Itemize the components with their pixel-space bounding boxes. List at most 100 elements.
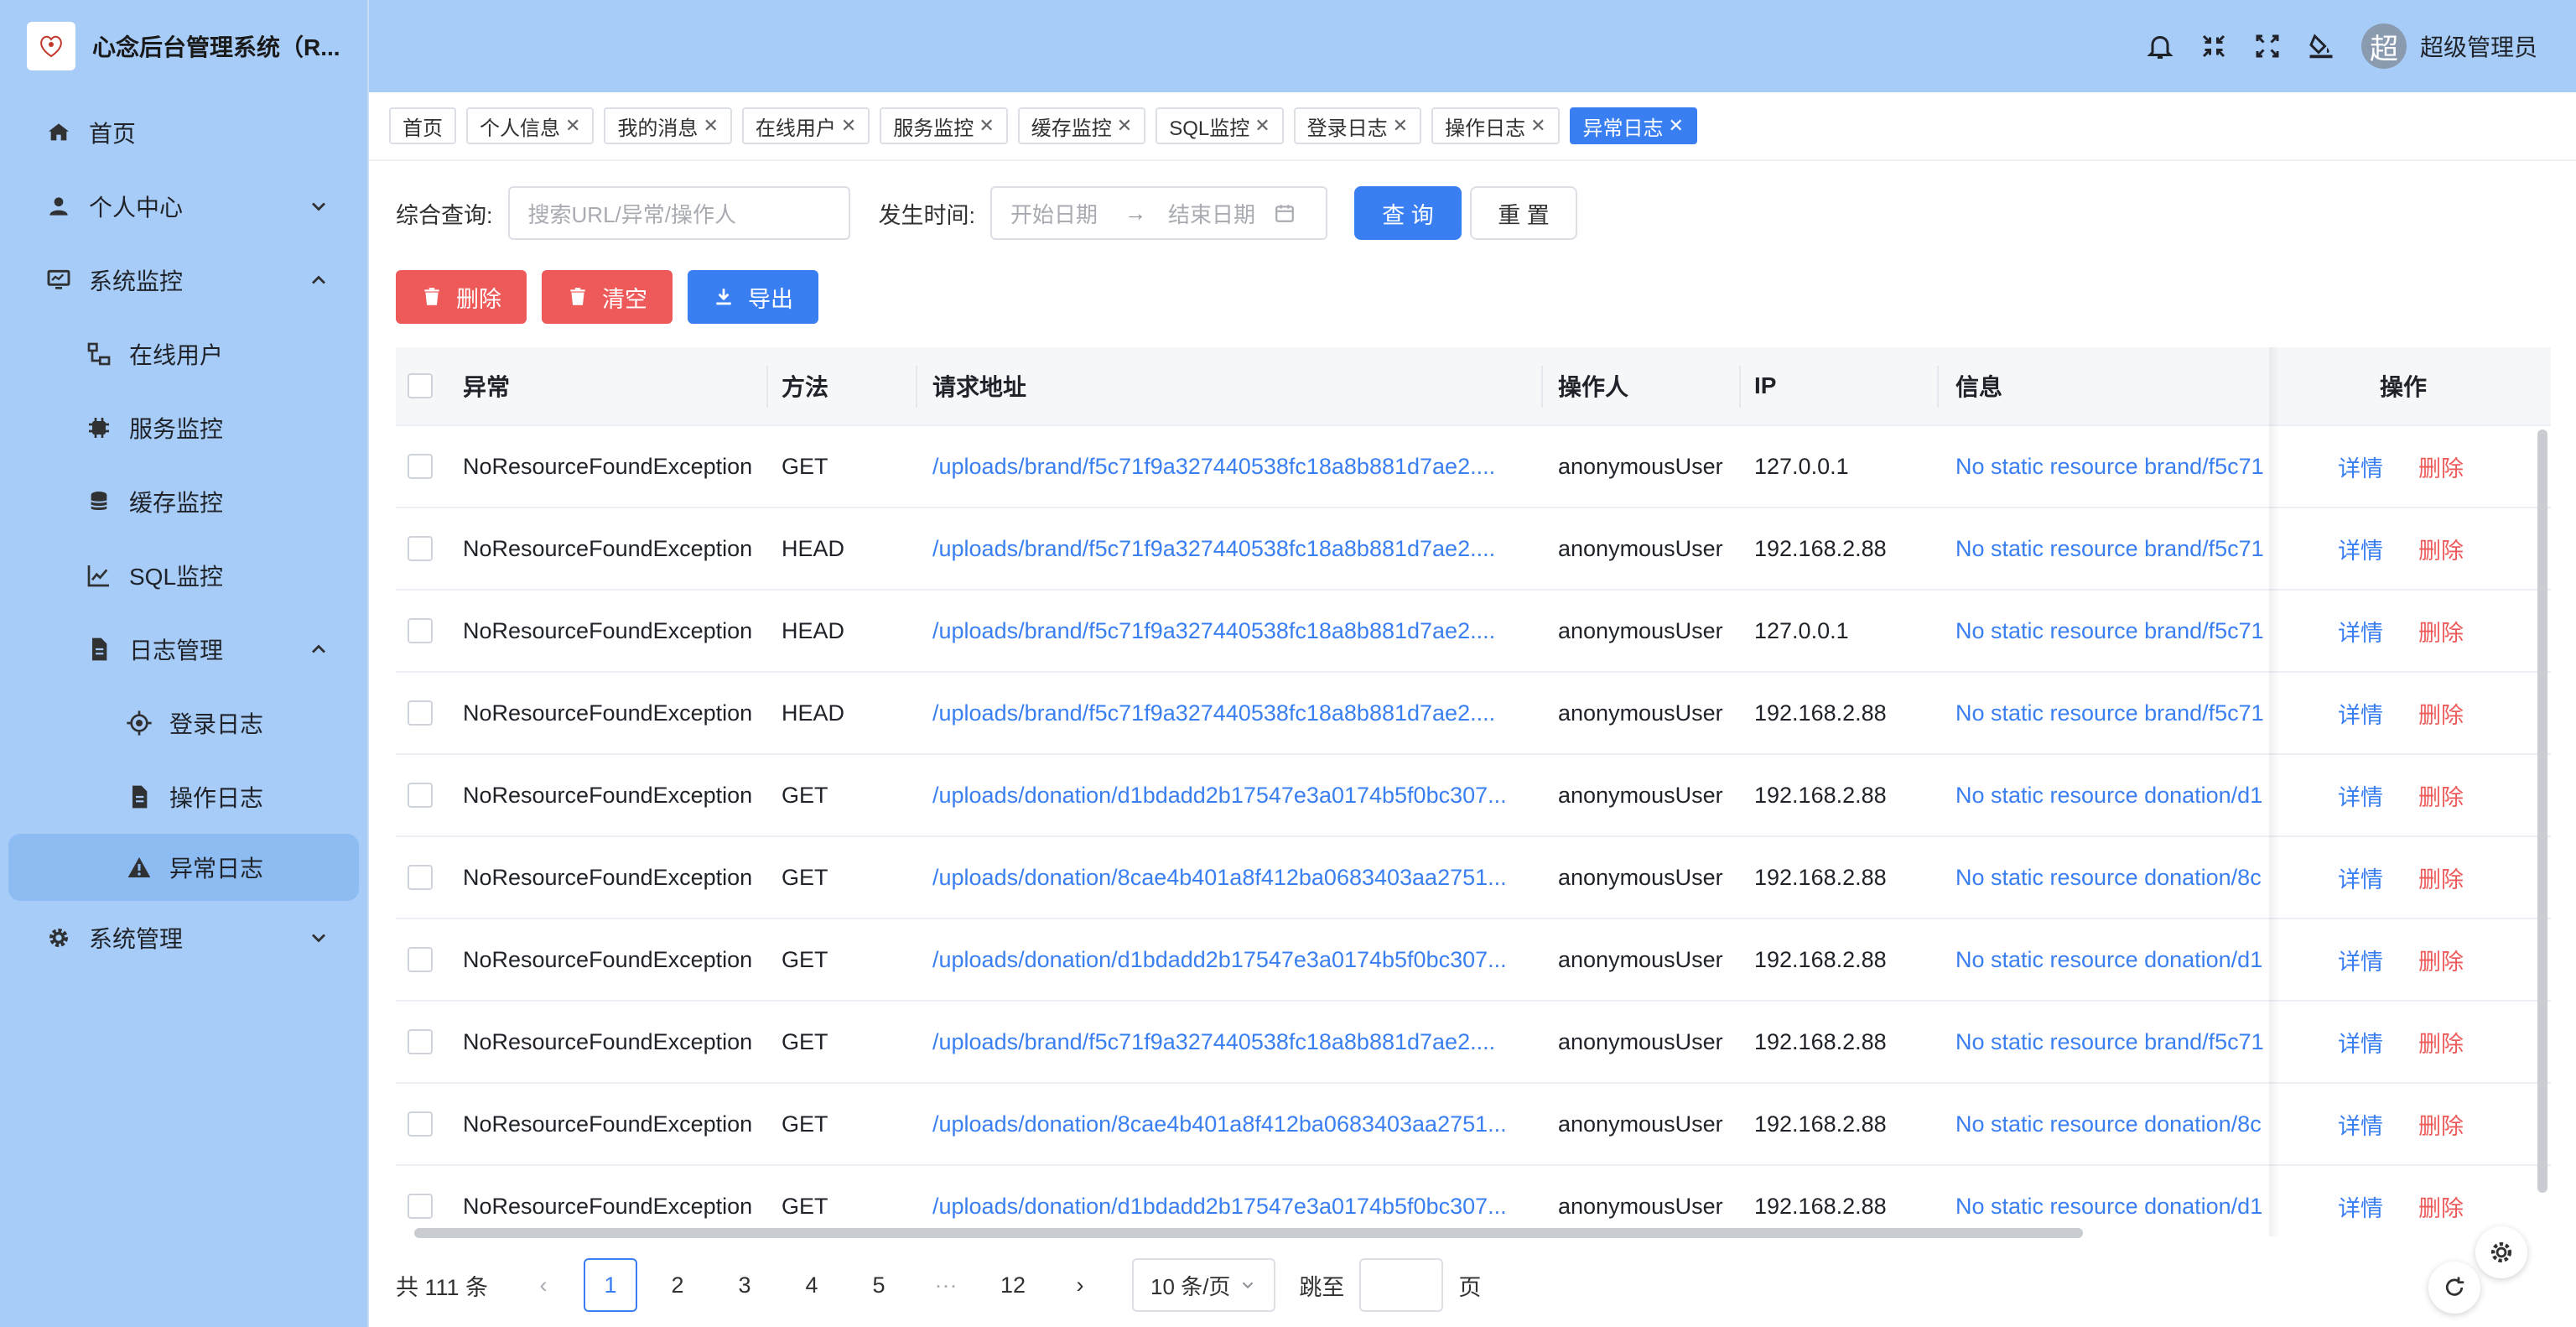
row-checkbox[interactable]: [408, 865, 433, 890]
tab-cache-monitor[interactable]: 缓存监控 ✕: [1017, 107, 1146, 144]
cell-info[interactable]: No static resource donation/8c: [1955, 837, 2269, 918]
header-exception[interactable]: 异常: [463, 347, 510, 424]
detail-link[interactable]: 详情: [2338, 591, 2383, 671]
detail-link[interactable]: 详情: [2338, 837, 2383, 918]
search-button[interactable]: 查 询: [1354, 186, 1462, 240]
cell-info[interactable]: No static resource brand/f5c71: [1955, 1002, 2269, 1082]
delete-link[interactable]: 删除: [2418, 1084, 2464, 1164]
sidebar-item-system-management[interactable]: 系统管理: [0, 901, 367, 975]
delete-link[interactable]: 删除: [2418, 837, 2464, 918]
detail-link[interactable]: 详情: [2338, 755, 2383, 835]
horizontal-scrollbar[interactable]: [414, 1228, 2083, 1238]
cell-url[interactable]: /uploads/brand/f5c71f9a327440538fc18a8b8…: [932, 673, 1495, 753]
delete-link[interactable]: 删除: [2418, 426, 2464, 507]
search-input[interactable]: 搜索URL/异常/操作人: [507, 186, 850, 240]
sidebar-item-personal-center[interactable]: 个人中心: [0, 169, 367, 243]
close-icon[interactable]: ✕: [979, 115, 994, 137]
cell-url[interactable]: /uploads/brand/f5c71f9a327440538fc18a8b8…: [932, 508, 1495, 589]
cell-url[interactable]: /uploads/donation/d1bdadd2b17547e3a0174b…: [932, 919, 1507, 1000]
username[interactable]: 超级管理员: [2420, 29, 2537, 63]
close-icon[interactable]: ✕: [1530, 115, 1545, 137]
select-all-checkbox[interactable]: [408, 373, 433, 398]
reset-button[interactable]: 重 置: [1470, 186, 1578, 240]
bell-icon[interactable]: [2145, 31, 2175, 61]
page-12[interactable]: 12: [986, 1258, 1040, 1312]
tab-service-monitor[interactable]: 服务监控 ✕: [880, 107, 1008, 144]
close-icon[interactable]: ✕: [565, 115, 580, 137]
cell-url[interactable]: /uploads/donation/d1bdadd2b17547e3a0174b…: [932, 755, 1507, 835]
sidebar-item-home[interactable]: 首页: [0, 96, 367, 169]
detail-link[interactable]: 详情: [2338, 1166, 2383, 1236]
avatar[interactable]: 超: [2360, 23, 2407, 69]
header-method[interactable]: 方法: [782, 347, 828, 424]
cell-info[interactable]: No static resource brand/f5c71: [1955, 508, 2269, 589]
delete-link[interactable]: 删除: [2418, 591, 2464, 671]
refresh-button[interactable]: [2428, 1262, 2480, 1314]
export-button[interactable]: 导出: [688, 270, 818, 324]
cell-info[interactable]: No static resource brand/f5c71: [1955, 426, 2269, 507]
cell-info[interactable]: No static resource donation/8c: [1955, 1084, 2269, 1164]
close-icon[interactable]: ✕: [1393, 115, 1408, 137]
detail-link[interactable]: 详情: [2338, 1084, 2383, 1164]
detail-link[interactable]: 详情: [2338, 1002, 2383, 1082]
cell-url[interactable]: /uploads/brand/f5c71f9a327440538fc18a8b8…: [932, 1002, 1495, 1082]
delete-button[interactable]: 删除: [396, 270, 527, 324]
cell-info[interactable]: No static resource donation/d1: [1955, 919, 2269, 1000]
row-checkbox[interactable]: [408, 454, 433, 479]
header-url[interactable]: 请求地址: [932, 347, 1026, 424]
delete-link[interactable]: 删除: [2418, 919, 2464, 1000]
row-checkbox[interactable]: [408, 947, 433, 972]
collapse-icon[interactable]: [2199, 31, 2229, 61]
delete-link[interactable]: 删除: [2418, 508, 2464, 589]
settings-float-button[interactable]: [2475, 1226, 2527, 1278]
sidebar-item-sql-monitor[interactable]: SQL监控: [0, 539, 367, 612]
row-checkbox[interactable]: [408, 1029, 433, 1054]
cell-url[interactable]: /uploads/donation/8cae4b401a8f412ba06834…: [932, 1084, 1507, 1164]
sidebar-item-exception-log[interactable]: 异常日志: [8, 834, 359, 901]
row-checkbox[interactable]: [408, 618, 433, 643]
clear-button[interactable]: 清空: [542, 270, 673, 324]
close-icon[interactable]: ✕: [1117, 115, 1132, 137]
header-operator[interactable]: 操作人: [1558, 347, 1628, 424]
header-info[interactable]: 信息: [1955, 347, 2002, 424]
date-range-picker[interactable]: 开始日期 → 结束日期: [990, 186, 1328, 240]
tab-exception-log[interactable]: 异常日志 ✕: [1569, 107, 1697, 144]
tab-online-users[interactable]: 在线用户 ✕: [741, 107, 870, 144]
page-4[interactable]: 4: [785, 1258, 839, 1312]
cell-info[interactable]: No static resource brand/f5c71: [1955, 591, 2269, 671]
delete-link[interactable]: 删除: [2418, 1002, 2464, 1082]
sidebar-item-login-log[interactable]: 登录日志: [0, 686, 367, 760]
sidebar-item-operation-log[interactable]: 操作日志: [0, 760, 367, 834]
sidebar-item-service-monitor[interactable]: 服务监控: [0, 391, 367, 465]
page-2[interactable]: 2: [651, 1258, 704, 1312]
close-icon[interactable]: ✕: [1669, 115, 1684, 137]
sidebar-item-cache-monitor[interactable]: 缓存监控: [0, 465, 367, 539]
page-1[interactable]: 1: [584, 1258, 638, 1312]
row-checkbox[interactable]: [408, 536, 433, 561]
sidebar-item-system-monitor[interactable]: 系统监控: [0, 243, 367, 317]
tab-sql-monitor[interactable]: SQL监控 ✕: [1156, 107, 1284, 144]
page-3[interactable]: 3: [718, 1258, 771, 1312]
close-icon[interactable]: ✕: [1254, 115, 1270, 137]
detail-link[interactable]: 详情: [2338, 508, 2383, 589]
tab-login-log[interactable]: 登录日志 ✕: [1293, 107, 1422, 144]
delete-link[interactable]: 删除: [2418, 673, 2464, 753]
cell-url[interactable]: /uploads/brand/f5c71f9a327440538fc18a8b8…: [932, 591, 1495, 671]
sidebar-item-log-management[interactable]: 日志管理: [0, 612, 367, 686]
cell-url[interactable]: /uploads/donation/8cae4b401a8f412ba06834…: [932, 837, 1507, 918]
tab-home[interactable]: 首页: [389, 107, 456, 144]
detail-link[interactable]: 详情: [2338, 919, 2383, 1000]
sidebar-item-online-users[interactable]: 在线用户: [0, 317, 367, 391]
row-checkbox[interactable]: [408, 783, 433, 808]
delete-link[interactable]: 删除: [2418, 1166, 2464, 1236]
page-ellipsis[interactable]: ···: [919, 1258, 973, 1312]
next-page-icon[interactable]: ›: [1053, 1258, 1107, 1312]
cell-url[interactable]: /uploads/donation/d1bdadd2b17547e3a0174b…: [932, 1166, 1507, 1236]
header-ip[interactable]: IP: [1754, 347, 1776, 424]
row-checkbox[interactable]: [408, 1194, 433, 1219]
detail-link[interactable]: 详情: [2338, 426, 2383, 507]
cell-info[interactable]: No static resource donation/d1: [1955, 1166, 2269, 1236]
cell-info[interactable]: No static resource donation/d1: [1955, 755, 2269, 835]
cell-url[interactable]: /uploads/brand/f5c71f9a327440538fc18a8b8…: [932, 426, 1495, 507]
page-5[interactable]: 5: [852, 1258, 906, 1312]
